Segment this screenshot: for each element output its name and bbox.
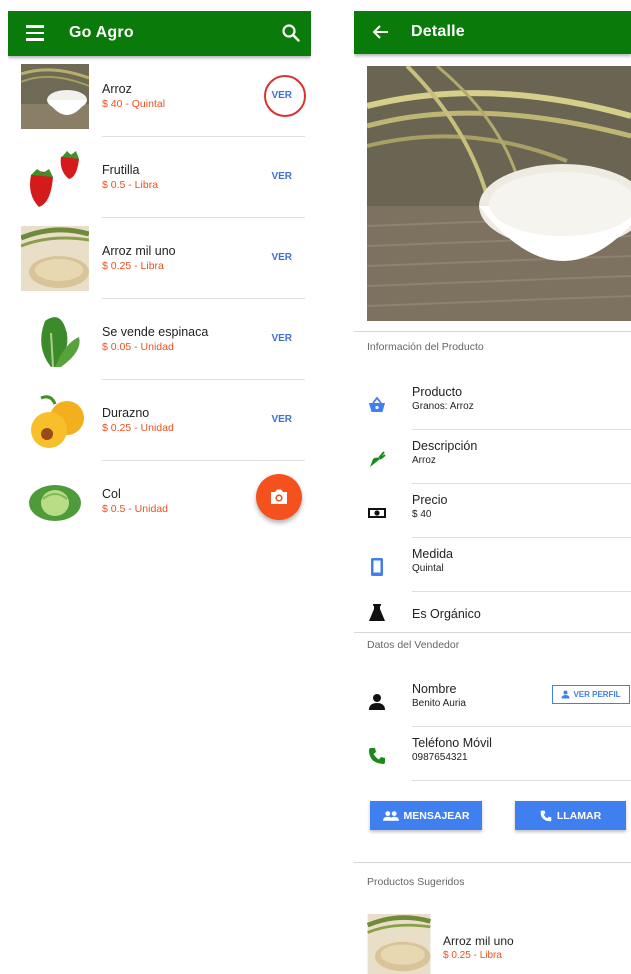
phone-icon [369,748,385,764]
product-list-screen: Go Agro Arroz $ 40 - Quintal VER Frutill… [8,0,311,974]
money-icon [368,508,386,518]
product-image-strawberries [21,145,89,210]
call-button[interactable]: LLAMAR [515,801,626,830]
phone-icon [540,810,552,821]
person-icon [369,694,385,710]
list-item[interactable]: Arroz $ 40 - Quintal VER [8,56,311,137]
product-list: Arroz $ 40 - Quintal VER Frutilla $ 0.5 … [8,56,311,542]
basket-icon [369,396,385,412]
detail-row-organic: Es Orgánico [354,592,631,632]
product-image-rice-bowl [21,64,89,129]
view-button[interactable]: VER [271,171,292,182]
product-price: $ 0.25 - Libra [102,260,164,272]
detail-row-product: Producto Granos: Arroz [354,376,631,430]
product-image-peaches [21,388,89,453]
product-name: Arroz mil uno [443,934,514,948]
flask-icon [369,604,385,621]
app-title: Go Agro [69,24,134,41]
product-price: $ 0.25 - Unidad [102,422,174,434]
detail-screen: Detalle Información del Producto Product… [354,0,631,974]
view-profile-button[interactable]: VER PERFIL [552,685,630,704]
detail-row-phone: Teléfono Móvil 0987654321 [354,727,631,781]
product-image-cabbage [21,469,89,534]
detail-row-description: Descripción Arroz [354,430,631,484]
app-bar: Go Agro [8,11,311,56]
search-icon[interactable] [281,23,301,43]
seller-section-label: Datos del Vendedor [367,639,460,651]
list-item[interactable]: Arroz mil uno $ 0.25 - Libra VER [8,218,311,299]
app-bar: Detalle [354,11,631,54]
person-icon [561,690,570,699]
camera-fab[interactable] [256,474,302,520]
back-arrow-icon[interactable] [372,23,390,41]
group-icon [382,810,399,821]
product-section-label: Información del Producto [367,341,484,353]
product-price: $ 0.25 - Libra [443,950,502,961]
suggested-section-label: Productos Sugeridos [367,876,465,888]
list-item[interactable]: Frutilla $ 0.5 - Libra VER [8,137,311,218]
product-image-spinach [21,307,89,372]
product-name: Arroz mil uno [102,244,176,258]
view-button[interactable]: VER [271,333,292,344]
view-button[interactable]: VER [271,90,292,101]
product-name: Frutilla [102,163,140,177]
page-title: Detalle [411,23,465,40]
product-name: Se vende espinaca [102,325,209,339]
menu-icon[interactable] [26,25,44,41]
product-name: Col [102,487,121,501]
product-name: Arroz [102,82,132,96]
product-price: $ 0.05 - Unidad [102,341,174,353]
suggested-item[interactable]: Arroz mil uno $ 0.25 - Libra [367,914,631,974]
product-price: $ 40 - Quintal [102,98,166,110]
list-item[interactable]: Se vende espinaca $ 0.05 - Unidad VER [8,299,311,380]
tablet-icon [371,558,383,576]
view-button[interactable]: VER [271,414,292,425]
product-image-rice-grain [21,226,89,291]
product-price: $ 0.5 - Unidad [102,503,168,515]
message-button[interactable]: MENSAJEAR [370,801,482,830]
view-button[interactable]: VER [271,252,292,263]
detail-row-price: Precio $ 40 [354,484,631,538]
carrot-icon [370,451,386,467]
product-image-rice-grain [367,914,431,974]
detail-row-measure: Medida Quintal [354,538,631,592]
product-name: Durazno [102,406,150,420]
product-hero-image [367,66,631,321]
list-item[interactable]: Durazno $ 0.25 - Unidad VER [8,380,311,461]
product-price: $ 0.5 - Libra [102,179,159,191]
camera-icon [271,489,287,504]
detail-row-seller-name: Nombre Benito Auria VER PERFIL [354,673,631,727]
